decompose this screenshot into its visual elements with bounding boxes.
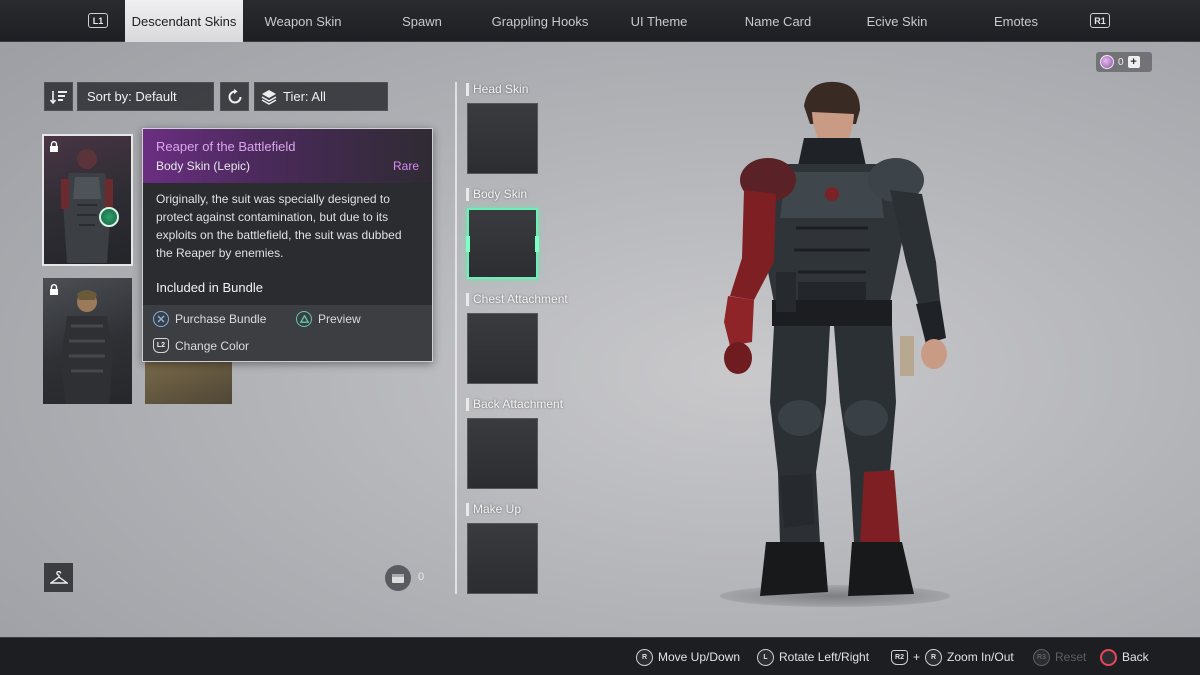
left-stick-icon: L [757,648,774,666]
hint-move-label: Move Up/Down [658,650,741,664]
skin-description: Originally, the suit was specially desig… [156,192,402,260]
reset-filter-button[interactable] [220,82,249,111]
slot-label-back-attachment: Back Attachment [466,398,563,411]
skin-title: Reaper of the Battlefield [156,139,296,154]
sort-dropdown[interactable]: Sort by: Default [77,82,214,111]
skin-card-3[interactable] [145,360,232,404]
tab-weapon-skin[interactable]: Weapon Skin [248,0,358,42]
category-tab-bar: L1 Descendant Skins Weapon Skin Spawn Gr… [0,0,1200,42]
change-color-button[interactable]: L2 Change Color [153,338,249,353]
character-preview-model[interactable] [700,72,960,612]
slot-label-body-skin: Body Skin [466,188,527,201]
back-label: Back [1122,650,1149,664]
change-color-label: Change Color [175,338,250,353]
l1-bumper-icon[interactable]: L1 [88,13,108,28]
hint-move: R Move Up/Down [636,638,740,675]
purchase-bundle-label: Purchase Bundle [175,312,267,326]
skin-preview-image [61,290,113,404]
tooltip-header: Reaper of the Battlefield Body Skin (Lep… [143,129,432,183]
back-button[interactable]: Back [1100,638,1149,675]
sort-order-button[interactable] [44,82,73,111]
hint-zoom-label: Zoom In/Out [947,650,1014,664]
rarity-badge: Rare [392,159,419,173]
layers-icon [261,89,277,105]
bundle-note: Included in Bundle [156,280,263,295]
circle-button-icon [1100,648,1117,666]
slot-column-divider [455,82,457,594]
slot-label-make-up: Make Up [466,503,521,516]
right-stick-icon: R [636,648,653,666]
equipped-indicator-icon [99,207,119,227]
slot-label-head-skin: Head Skin [466,83,528,96]
plus-sign: + [913,650,921,664]
currency-display[interactable]: 0 + [1096,52,1152,72]
tier-filter-label: Tier: All [283,89,326,104]
bundle-count: 0 [418,571,425,583]
cross-button-icon [153,311,169,327]
tab-ecive-skin[interactable]: Ecive Skin [848,0,946,42]
slot-make-up[interactable] [467,523,538,594]
tab-emotes[interactable]: Emotes [968,0,1064,42]
hint-reset: R3 Reset [1033,638,1086,675]
currency-value: 0 [1118,56,1124,68]
hint-rotate-label: Rotate Left/Right [779,650,870,664]
hint-rotate: L Rotate Left/Right [757,638,869,675]
slot-head-skin[interactable] [467,103,538,174]
skin-detail-tooltip: Reaper of the Battlefield Body Skin (Lep… [142,128,433,362]
tab-spawn[interactable]: Spawn [370,0,474,42]
add-currency-icon[interactable]: + [1127,56,1140,68]
tab-grappling-hooks[interactable]: Grappling Hooks [484,0,596,42]
control-hint-bar: R Move Up/Down L Rotate Left/Right R2 + … [0,637,1200,675]
slot-chest-attachment[interactable] [467,313,538,384]
preview-label: Preview [318,312,361,326]
hint-zoom: R2 + R Zoom In/Out [891,638,1014,675]
tab-descendant-skins[interactable]: Descendant Skins [125,0,243,42]
tab-name-card[interactable]: Name Card [728,0,828,42]
skin-preview-image [61,149,113,263]
bundle-inventory-icon[interactable] [385,565,411,591]
hanger-icon [49,570,68,584]
triangle-button-icon [296,311,312,327]
sort-order-icon [49,90,67,104]
slot-back-attachment[interactable] [467,418,538,489]
wardrobe-button[interactable] [44,563,73,592]
l2-trigger-icon: L2 [153,338,169,353]
skin-type: Body Skin (Lepic) [156,159,251,173]
skin-card-reaper-of-the-battlefield[interactable] [42,134,133,266]
right-stick-icon: R [925,648,943,666]
refresh-icon [228,88,241,103]
tooltip-actions: Purchase Bundle Preview L2 Change Color [143,305,432,361]
r2-trigger-icon: R2 [891,649,908,665]
hint-reset-label: Reset [1055,650,1087,664]
purchase-bundle-button[interactable]: Purchase Bundle [153,311,266,327]
tier-filter-dropdown[interactable]: Tier: All [254,82,388,111]
r1-bumper-icon[interactable]: R1 [1090,13,1110,28]
slot-body-skin[interactable] [466,208,539,279]
r3-button-icon: R3 [1033,648,1050,666]
caliber-coin-icon [1100,55,1114,69]
skin-card-2[interactable] [43,278,132,404]
preview-button[interactable]: Preview [296,311,361,327]
tab-ui-theme[interactable]: UI Theme [610,0,708,42]
slot-label-chest-attachment: Chest Attachment [466,293,568,306]
